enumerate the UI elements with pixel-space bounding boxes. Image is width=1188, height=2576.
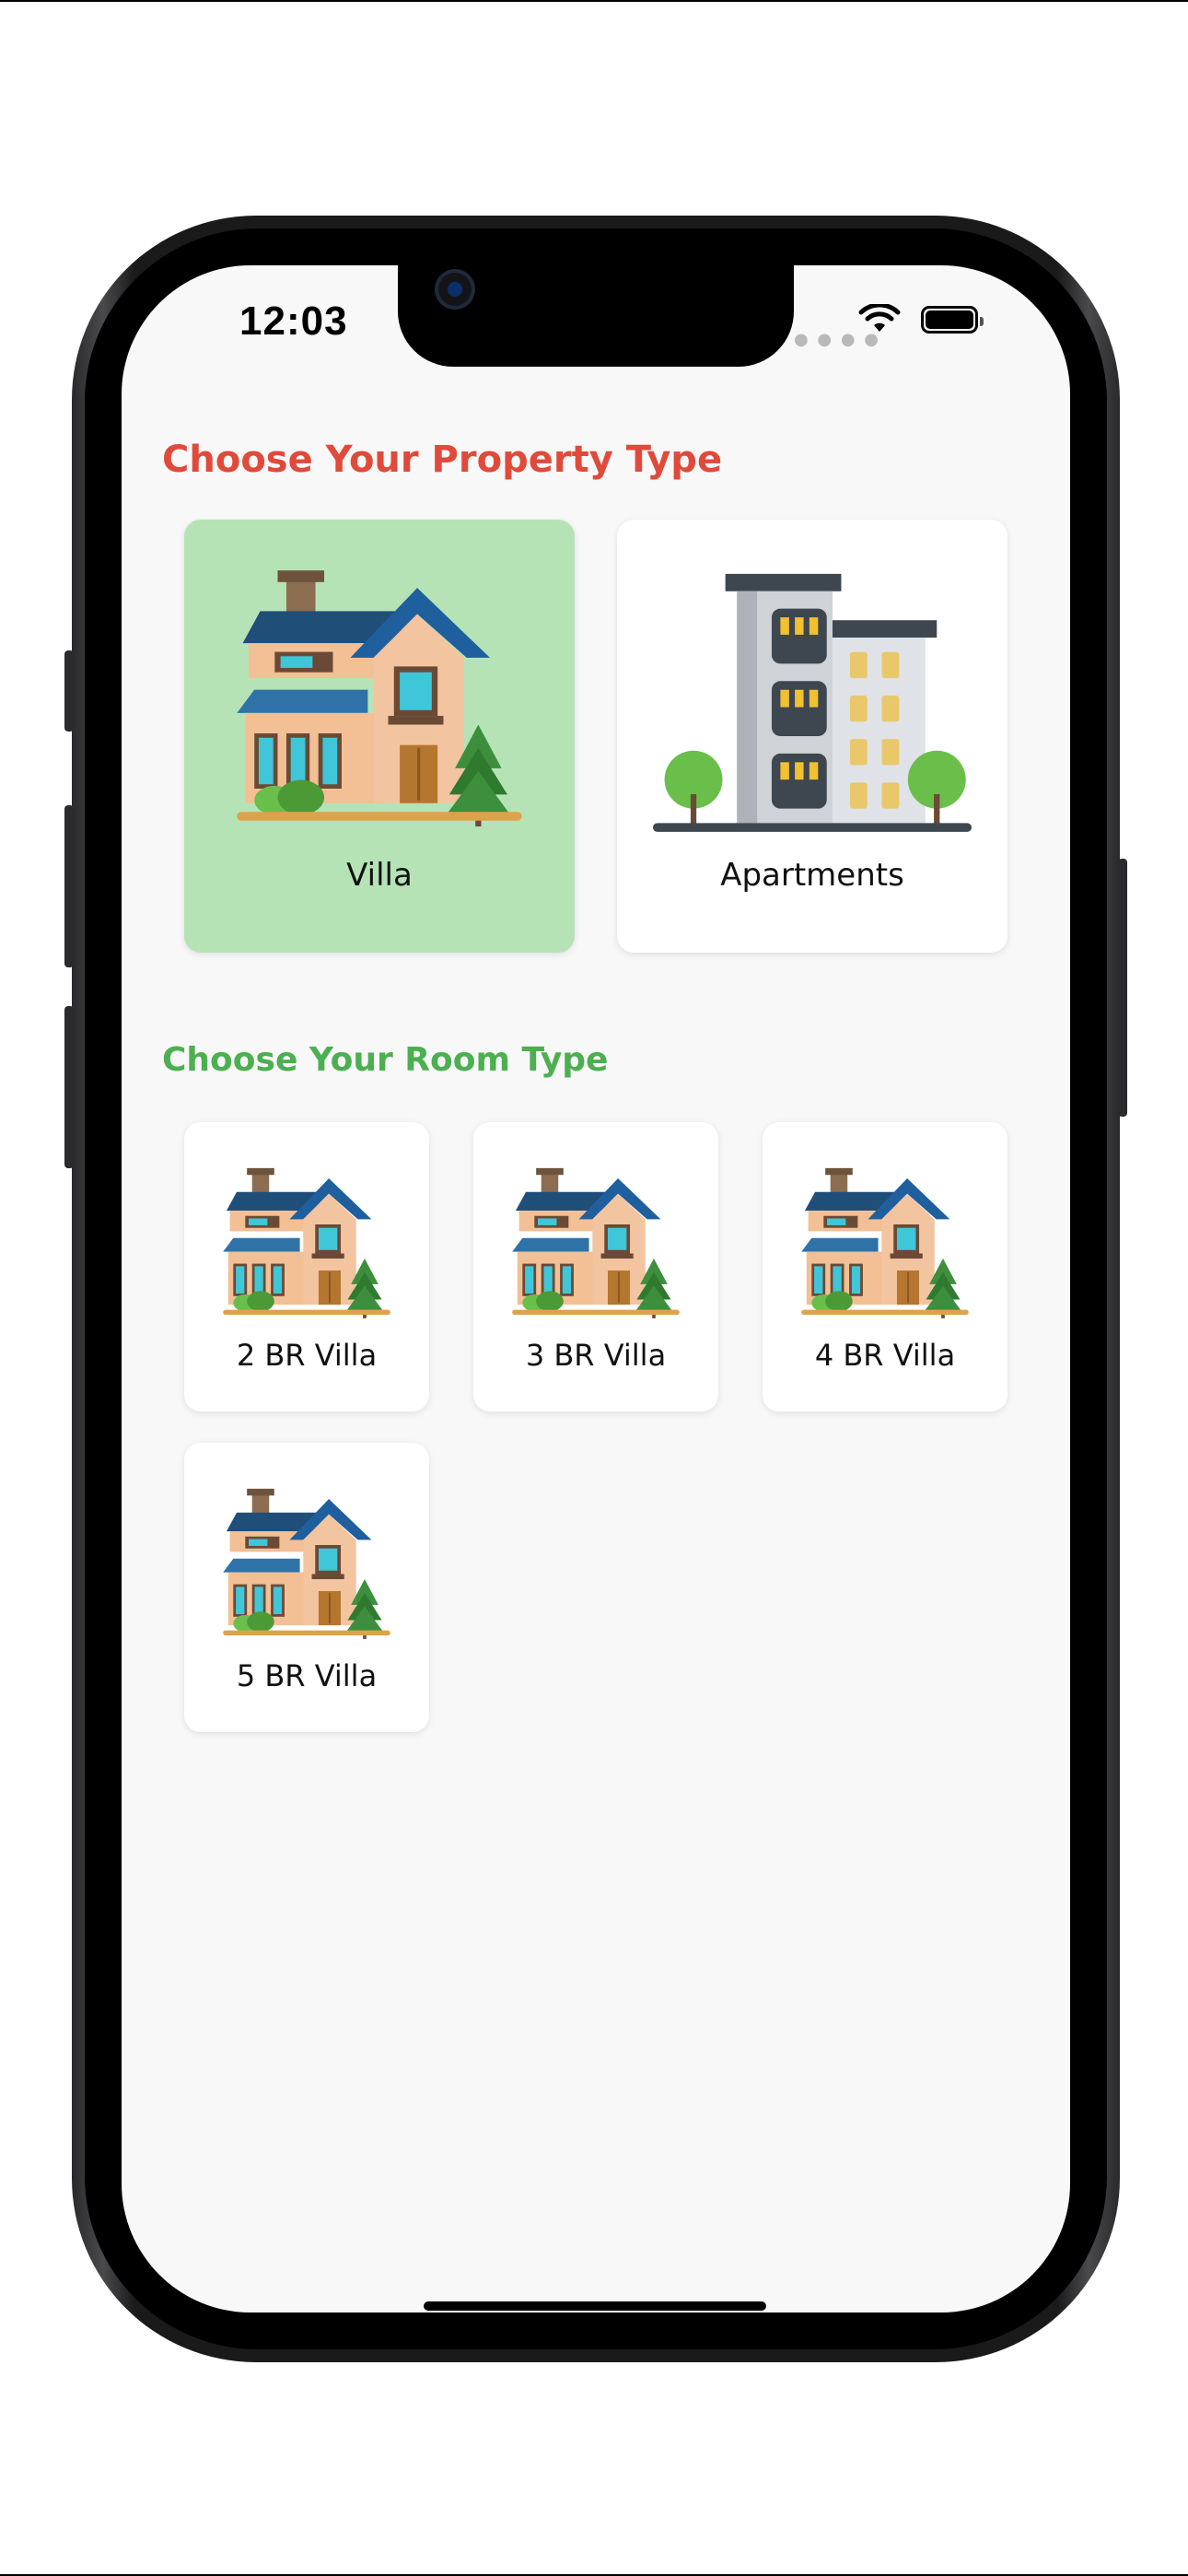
property-type-heading: Choose Your Property Type xyxy=(162,439,723,481)
villa-house-icon xyxy=(221,1166,392,1329)
room-card-label: 2 BR Villa xyxy=(236,1338,378,1373)
villa-house-icon xyxy=(220,568,539,844)
room-card-5br-villa[interactable]: 5 BR Villa xyxy=(184,1443,429,1732)
phone-action-button xyxy=(64,650,74,732)
apartment-building-icon xyxy=(653,568,972,844)
room-card-label: 4 BR Villa xyxy=(814,1338,956,1373)
property-card-apartments[interactable]: Apartments xyxy=(617,520,1007,953)
room-card-label: 3 BR Villa xyxy=(525,1338,667,1373)
property-card-villa[interactable]: Villa xyxy=(184,520,575,953)
villa-house-icon xyxy=(510,1166,681,1329)
room-card-label: 5 BR Villa xyxy=(236,1658,378,1693)
front-camera xyxy=(435,269,475,310)
battery-level xyxy=(926,310,973,329)
battery-icon xyxy=(921,306,984,334)
phone-power-button xyxy=(1118,859,1127,1117)
phone-volume-up-button xyxy=(64,805,74,967)
villa-house-icon xyxy=(799,1166,971,1329)
wifi-icon xyxy=(858,304,901,332)
home-indicator[interactable] xyxy=(424,2301,766,2311)
phone-volume-down-button xyxy=(64,1006,74,1168)
villa-house-icon xyxy=(221,1487,392,1649)
room-type-heading: Choose Your Room Type xyxy=(162,1041,609,1079)
status-time: 12:03 xyxy=(239,299,348,344)
room-card-4br-villa[interactable]: 4 BR Villa xyxy=(763,1122,1007,1411)
page: 12:03 ● ● ● ● Choose Your Property Type … xyxy=(0,0,1188,2576)
app-screen: 12:03 ● ● ● ● Choose Your Property Type … xyxy=(122,265,1070,2313)
property-card-label: Apartments xyxy=(720,857,904,894)
room-card-3br-villa[interactable]: 3 BR Villa xyxy=(473,1122,718,1411)
room-card-2br-villa[interactable]: 2 BR Villa xyxy=(184,1122,429,1411)
property-card-label: Villa xyxy=(346,857,413,894)
battery-tip xyxy=(980,317,984,326)
